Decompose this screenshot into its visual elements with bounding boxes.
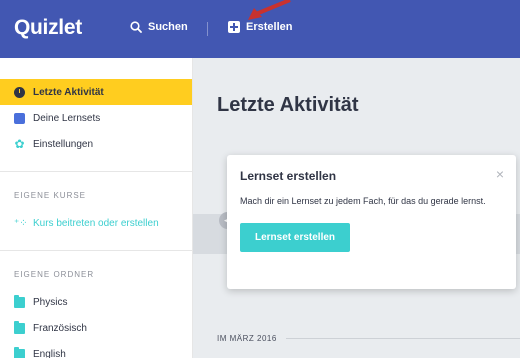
sidebar-item-label: Einstellungen bbox=[33, 138, 94, 150]
folder-icon bbox=[14, 320, 25, 334]
join-or-create-course-link[interactable]: ⁺⁘ Kurs beitreten oder erstellen bbox=[0, 210, 192, 236]
sidebar-item-recent-activity[interactable]: Letzte Aktivität bbox=[0, 79, 192, 105]
group-add-icon: ⁺⁘ bbox=[14, 217, 28, 229]
folder-label: Physics bbox=[33, 296, 68, 308]
create-set-button[interactable]: Lernset erstellen bbox=[240, 223, 351, 252]
sidebar-item-settings[interactable]: ✿ Einstellungen bbox=[0, 131, 192, 157]
quizlet-logo[interactable]: Quizlet bbox=[14, 16, 82, 40]
gear-icon: ✿ bbox=[14, 136, 25, 151]
folder-item-french[interactable]: Französisch bbox=[0, 315, 192, 341]
clock-icon bbox=[14, 86, 25, 98]
month-heading: IM MÄRZ 2016 bbox=[217, 334, 277, 343]
search-button[interactable]: Suchen bbox=[130, 21, 188, 33]
month-divider bbox=[286, 338, 520, 339]
nav-divider bbox=[207, 22, 208, 36]
top-navigation-bar: Quizlet Suchen Erstellen bbox=[0, 0, 520, 58]
folder-icon bbox=[14, 346, 25, 358]
red-arrow-annotation bbox=[248, 0, 291, 20]
sidebar-item-study-sets[interactable]: Deine Lernsets bbox=[0, 105, 192, 131]
sidebar-divider bbox=[0, 171, 192, 172]
sidebar-item-label: Deine Lernsets bbox=[33, 112, 101, 124]
folder-label: Französisch bbox=[33, 322, 87, 334]
popover-description: Mach dir ein Lernset zu jedem Fach, für … bbox=[240, 196, 486, 206]
create-label: Erstellen bbox=[246, 21, 293, 33]
cards-icon bbox=[14, 112, 25, 124]
create-set-popover: Lernset erstellen × Mach dir ein Lernset… bbox=[227, 155, 516, 289]
search-label: Suchen bbox=[148, 21, 188, 33]
folders-heading: EIGENE ORDNER bbox=[14, 270, 95, 279]
folder-item-physics[interactable]: Physics bbox=[0, 289, 192, 315]
search-icon bbox=[130, 21, 142, 33]
folder-icon bbox=[14, 294, 25, 308]
sidebar: Letzte Aktivität Deine Lernsets ✿ Einste… bbox=[0, 58, 193, 358]
folder-label: English bbox=[33, 348, 66, 358]
folder-item-english[interactable]: English bbox=[0, 341, 192, 358]
popover-title: Lernset erstellen bbox=[240, 169, 337, 183]
plus-icon bbox=[228, 21, 240, 33]
close-icon[interactable]: × bbox=[496, 166, 504, 182]
courses-heading: EIGENE KURSE bbox=[14, 191, 87, 200]
page-title: Letzte Aktivität bbox=[217, 94, 359, 116]
course-link-label: Kurs beitreten oder erstellen bbox=[33, 217, 159, 229]
create-button[interactable]: Erstellen bbox=[228, 21, 292, 33]
sidebar-divider bbox=[0, 250, 192, 251]
sidebar-item-label: Letzte Aktivität bbox=[33, 86, 104, 98]
